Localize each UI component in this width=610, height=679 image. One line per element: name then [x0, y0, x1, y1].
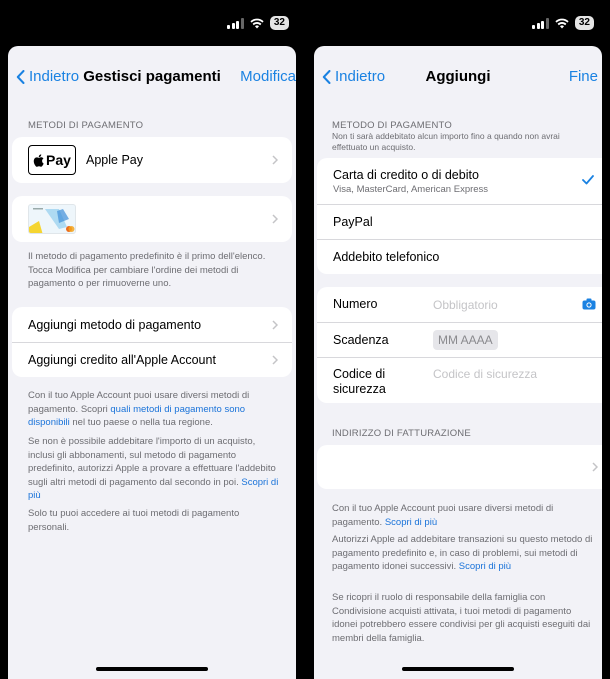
- card-number-field[interactable]: Numero Obbligatorio: [317, 287, 602, 322]
- nav-bar: Indietro Gestisci pagamenti Modifica: [8, 64, 296, 88]
- card-details-group: Numero Obbligatorio Scadenza MM AAAA Cod…: [317, 287, 602, 403]
- screen: 32 32 Indietro Gestisci pagamenti Modifi…: [0, 0, 610, 679]
- section-header: METODO DI PAGAMENTO: [332, 120, 452, 131]
- method-card-sub: Visa, MasterCard, American Express: [333, 183, 489, 195]
- info-note-2: Se non è possibile addebitare l'importo …: [28, 436, 279, 501]
- chevron-right-icon: [272, 155, 278, 165]
- billing-header: INDIRIZZO DI FATTURAZIONE: [332, 428, 471, 439]
- card-thumbnail: [28, 204, 76, 234]
- signal-icon: [532, 17, 549, 29]
- method-card-row[interactable]: Carta di credito o di debito Visa, Maste…: [317, 158, 602, 204]
- chevron-right-icon: [272, 319, 278, 330]
- learn-more-link[interactable]: Scopri di più: [459, 561, 511, 572]
- wifi-icon: [555, 18, 569, 28]
- status-bar-left: 32: [0, 0, 305, 44]
- saved-card-row[interactable]: [12, 196, 292, 242]
- info-note-1: Con il tuo Apple Account puoi usare dive…: [28, 390, 250, 428]
- billing-address-group: [317, 445, 602, 489]
- add-actions-group: Aggiungi metodo di pagamento Aggiungi cr…: [12, 307, 292, 377]
- back-label: Indietro: [335, 68, 386, 85]
- apple-logo-icon: [33, 153, 44, 167]
- card-number-input[interactable]: Obbligatorio: [433, 298, 498, 312]
- signal-icon: [227, 17, 244, 29]
- learn-more-link[interactable]: Scopri di più: [385, 517, 437, 528]
- billing-address-row[interactable]: [317, 445, 602, 489]
- back-label: Indietro: [29, 68, 80, 85]
- add-credit-row[interactable]: Aggiungi credito all'Apple Account: [12, 342, 292, 377]
- security-code-field[interactable]: Codice di sicurezza Codice di sicurezza: [317, 357, 602, 403]
- manage-payments-sheet: Indietro Gestisci pagamenti Modifica MET…: [8, 46, 296, 679]
- apple-pay-group: Pay Apple Pay: [12, 137, 292, 183]
- chevron-right-icon: [592, 462, 598, 472]
- chevron-right-icon: [272, 355, 278, 365]
- chevron-left-icon: [322, 69, 331, 84]
- battery-icon: 32: [269, 16, 289, 30]
- add-payment-sheet: Indietro Aggiungi Fine METODO DI PAGAMEN…: [314, 46, 602, 679]
- apple-pay-row[interactable]: Pay Apple Pay: [12, 137, 292, 183]
- home-indicator: [402, 667, 514, 671]
- edit-button[interactable]: Modifica: [240, 68, 296, 85]
- expiry-field[interactable]: Scadenza MM AAAA: [317, 322, 602, 357]
- card-group: [12, 196, 292, 242]
- info-note-3: Se ricopri il ruolo di responsabile dell…: [332, 592, 591, 644]
- info-note-2: Autorizzi Apple ad addebitare transazion…: [332, 534, 593, 572]
- status-bar-right: 32: [305, 0, 610, 44]
- method-phone-billing-row[interactable]: Addebito telefonico: [317, 239, 602, 274]
- security-code-input[interactable]: Codice di sicurezza: [433, 367, 537, 381]
- method-paypal-row[interactable]: PayPal: [317, 204, 602, 239]
- back-button[interactable]: Indietro: [16, 68, 79, 85]
- info-note-3: Solo tu puoi accedere ai tuoi metodi di …: [28, 508, 240, 533]
- camera-icon[interactable]: [582, 298, 596, 310]
- home-indicator: [96, 667, 208, 671]
- done-button[interactable]: Fine: [569, 68, 598, 85]
- payment-method-group: Carta di credito o di debito Visa, Maste…: [317, 158, 602, 274]
- chevron-right-icon: [272, 214, 278, 224]
- apple-pay-label: Apple Pay: [86, 153, 143, 167]
- back-button[interactable]: Indietro: [322, 68, 385, 85]
- section-note: Non ti sarà addebitato alcun importo fin…: [332, 131, 560, 152]
- order-note: Il metodo di pagamento predefinito è il …: [28, 251, 266, 289]
- chevron-left-icon: [16, 69, 25, 84]
- checkmark-icon: [582, 175, 594, 185]
- battery-icon: 32: [574, 16, 594, 30]
- expiry-input[interactable]: MM AAAA: [433, 330, 498, 350]
- wifi-icon: [250, 18, 264, 28]
- info-note-1: Con il tuo Apple Account puoi usare dive…: [332, 503, 554, 528]
- add-payment-method-row[interactable]: Aggiungi metodo di pagamento: [12, 307, 292, 342]
- apple-pay-logo: Pay: [28, 145, 76, 175]
- nav-bar: Indietro Aggiungi Fine: [314, 64, 602, 88]
- section-header: METODI DI PAGAMENTO: [28, 120, 144, 131]
